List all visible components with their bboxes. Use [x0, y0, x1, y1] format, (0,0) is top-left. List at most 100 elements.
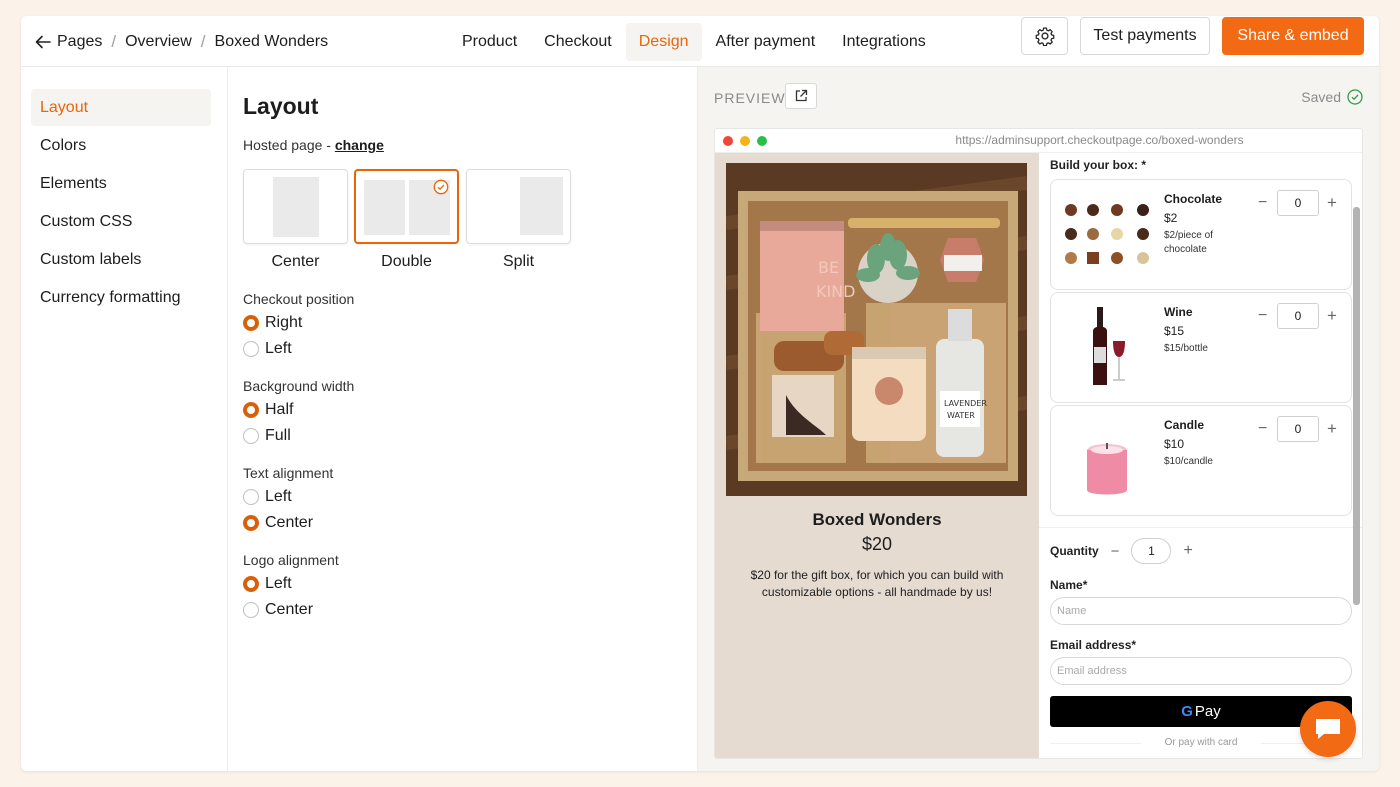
radio-label: Left	[265, 575, 292, 592]
radio-logo-center[interactable]: Center	[243, 600, 313, 620]
radio-checkout-right[interactable]: Right	[243, 313, 302, 333]
svg-text:BE: BE	[818, 258, 839, 277]
radio-background-half[interactable]: Half	[243, 400, 293, 420]
radio-dot	[243, 489, 259, 505]
google-g-icon: G	[1181, 703, 1193, 720]
email-label: Email address*	[1050, 638, 1136, 652]
back-arrow-icon[interactable]	[31, 30, 55, 54]
candle-image	[1087, 443, 1127, 495]
browser-bar: https://adminsupport.checkoutpage.co/box…	[715, 129, 1362, 153]
decrement-button[interactable]: −	[1258, 307, 1267, 325]
option-name: Wine	[1164, 305, 1193, 319]
increment-button[interactable]: +	[1327, 193, 1337, 213]
radio-label: Full	[265, 427, 291, 444]
svg-text:KIND: KIND	[816, 282, 856, 301]
radio-logo-left[interactable]: Left	[243, 574, 292, 594]
google-pay-label: Pay	[1194, 703, 1221, 720]
product-pane: BE KIND LAVENDER WATER Boxed Wonders $20…	[715, 153, 1039, 758]
layout-preview-block	[273, 177, 319, 237]
email-input[interactable]: Email address	[1050, 657, 1352, 685]
build-box-text: Build your box:	[1050, 158, 1138, 172]
radio-dot	[243, 515, 259, 531]
name-input[interactable]: Name	[1050, 597, 1352, 625]
change-link[interactable]: change	[335, 137, 384, 153]
sidebar-item-custom-labels[interactable]: Custom labels	[31, 241, 211, 278]
tab-checkout[interactable]: Checkout	[531, 23, 625, 61]
breadcrumb-separator: /	[200, 31, 206, 51]
required-marker: *	[1131, 638, 1137, 652]
chat-bubble-icon	[1316, 719, 1340, 739]
layout-option-split[interactable]	[466, 169, 571, 244]
sidebar-item-layout[interactable]: Layout	[31, 89, 211, 126]
decrement-button[interactable]: −	[1258, 194, 1267, 212]
wine-image	[1093, 307, 1125, 385]
option-quantity-input[interactable]: 0	[1277, 303, 1319, 329]
test-payments-button[interactable]: Test payments	[1080, 17, 1210, 55]
check-circle-icon	[433, 179, 449, 195]
decrement-button[interactable]: −	[1258, 420, 1267, 438]
top-bar: Pages / Overview / Boxed Wonders Product…	[21, 16, 1379, 67]
quantity-increment-button[interactable]: +	[1183, 542, 1192, 560]
sidebar-item-custom-css[interactable]: Custom CSS	[31, 203, 211, 240]
quantity-row: Quantity − 1 +	[1050, 538, 1193, 564]
option-price: $10	[1164, 437, 1185, 451]
increment-button[interactable]: +	[1327, 306, 1337, 326]
svg-text:WATER: WATER	[947, 411, 975, 420]
product-price: $20	[861, 534, 893, 554]
email-label-text: Email address	[1050, 638, 1132, 652]
radio-dot	[243, 341, 259, 357]
product-description: $20 for the gift box, for which you can …	[750, 568, 1004, 599]
share-embed-button[interactable]: Share & embed	[1222, 17, 1364, 55]
option-quantity-input[interactable]: 0	[1277, 416, 1319, 442]
tab-after-payment[interactable]: After payment	[703, 23, 829, 61]
product-image: BE KIND LAVENDER WATER	[726, 163, 1027, 496]
open-external-button[interactable]	[785, 83, 817, 109]
radio-checkout-left[interactable]: Left	[243, 339, 292, 359]
tab-integrations[interactable]: Integrations	[829, 23, 939, 61]
radio-text-center[interactable]: Center	[243, 513, 313, 533]
option-quantity-input[interactable]: 0	[1277, 190, 1319, 216]
quantity-decrement-button[interactable]: −	[1111, 543, 1120, 560]
layout-option-label: Center	[271, 253, 320, 270]
section-tabs: Product Checkout Design After payment In…	[449, 23, 940, 61]
checkout-position-label: Checkout position	[243, 291, 355, 307]
panel-title: Layout	[243, 93, 319, 119]
radio-text-left[interactable]: Left	[243, 487, 292, 507]
app-window: Pages / Overview / Boxed Wonders Product…	[21, 16, 1379, 771]
required-marker: *	[1082, 578, 1088, 592]
radio-dot	[243, 602, 259, 618]
layout-option-label: Double	[381, 253, 432, 270]
radio-dot	[243, 315, 259, 331]
svg-text:LAVENDER: LAVENDER	[944, 399, 987, 408]
layout-option-center[interactable]	[243, 169, 348, 244]
sidebar-item-colors[interactable]: Colors	[31, 127, 211, 164]
product-title: Boxed Wonders	[812, 510, 942, 529]
increment-button[interactable]: +	[1327, 419, 1337, 439]
layout-settings-panel: Layout Hosted page - change Center Doubl…	[228, 67, 698, 771]
settings-button[interactable]	[1021, 17, 1068, 55]
saved-label: Saved	[1301, 89, 1341, 105]
chat-button[interactable]	[1300, 701, 1356, 757]
product-option-card: Wine $15 $15/bottle − 0 +	[1050, 292, 1352, 403]
design-sidebar: Layout Colors Elements Custom CSS Custom…	[21, 67, 228, 771]
divider	[1039, 527, 1362, 528]
sidebar-item-elements[interactable]: Elements	[31, 165, 211, 202]
tab-product[interactable]: Product	[449, 23, 530, 61]
radio-dot	[243, 428, 259, 444]
layout-option-double[interactable]	[354, 169, 459, 244]
scrollbar[interactable]	[1353, 207, 1360, 605]
layout-preview-block	[520, 177, 563, 235]
quantity-input[interactable]: 1	[1131, 538, 1172, 564]
radio-label: Center	[265, 601, 314, 618]
build-box-label: Build your box: *	[1050, 158, 1146, 172]
product-option-card: Candle $10 $10/candle − 0 +	[1050, 405, 1352, 516]
layout-option-label: Split	[502, 253, 535, 270]
tab-design[interactable]: Design	[625, 23, 702, 61]
breadcrumb-pages[interactable]: Pages	[57, 33, 102, 51]
chocolate-image	[1065, 204, 1149, 264]
required-marker: *	[1141, 158, 1147, 172]
radio-background-full[interactable]: Full	[243, 426, 291, 446]
breadcrumb-overview[interactable]: Overview	[125, 33, 192, 51]
breadcrumb: Pages / Overview / Boxed Wonders	[31, 16, 328, 67]
sidebar-item-currency-formatting[interactable]: Currency formatting	[31, 279, 211, 316]
